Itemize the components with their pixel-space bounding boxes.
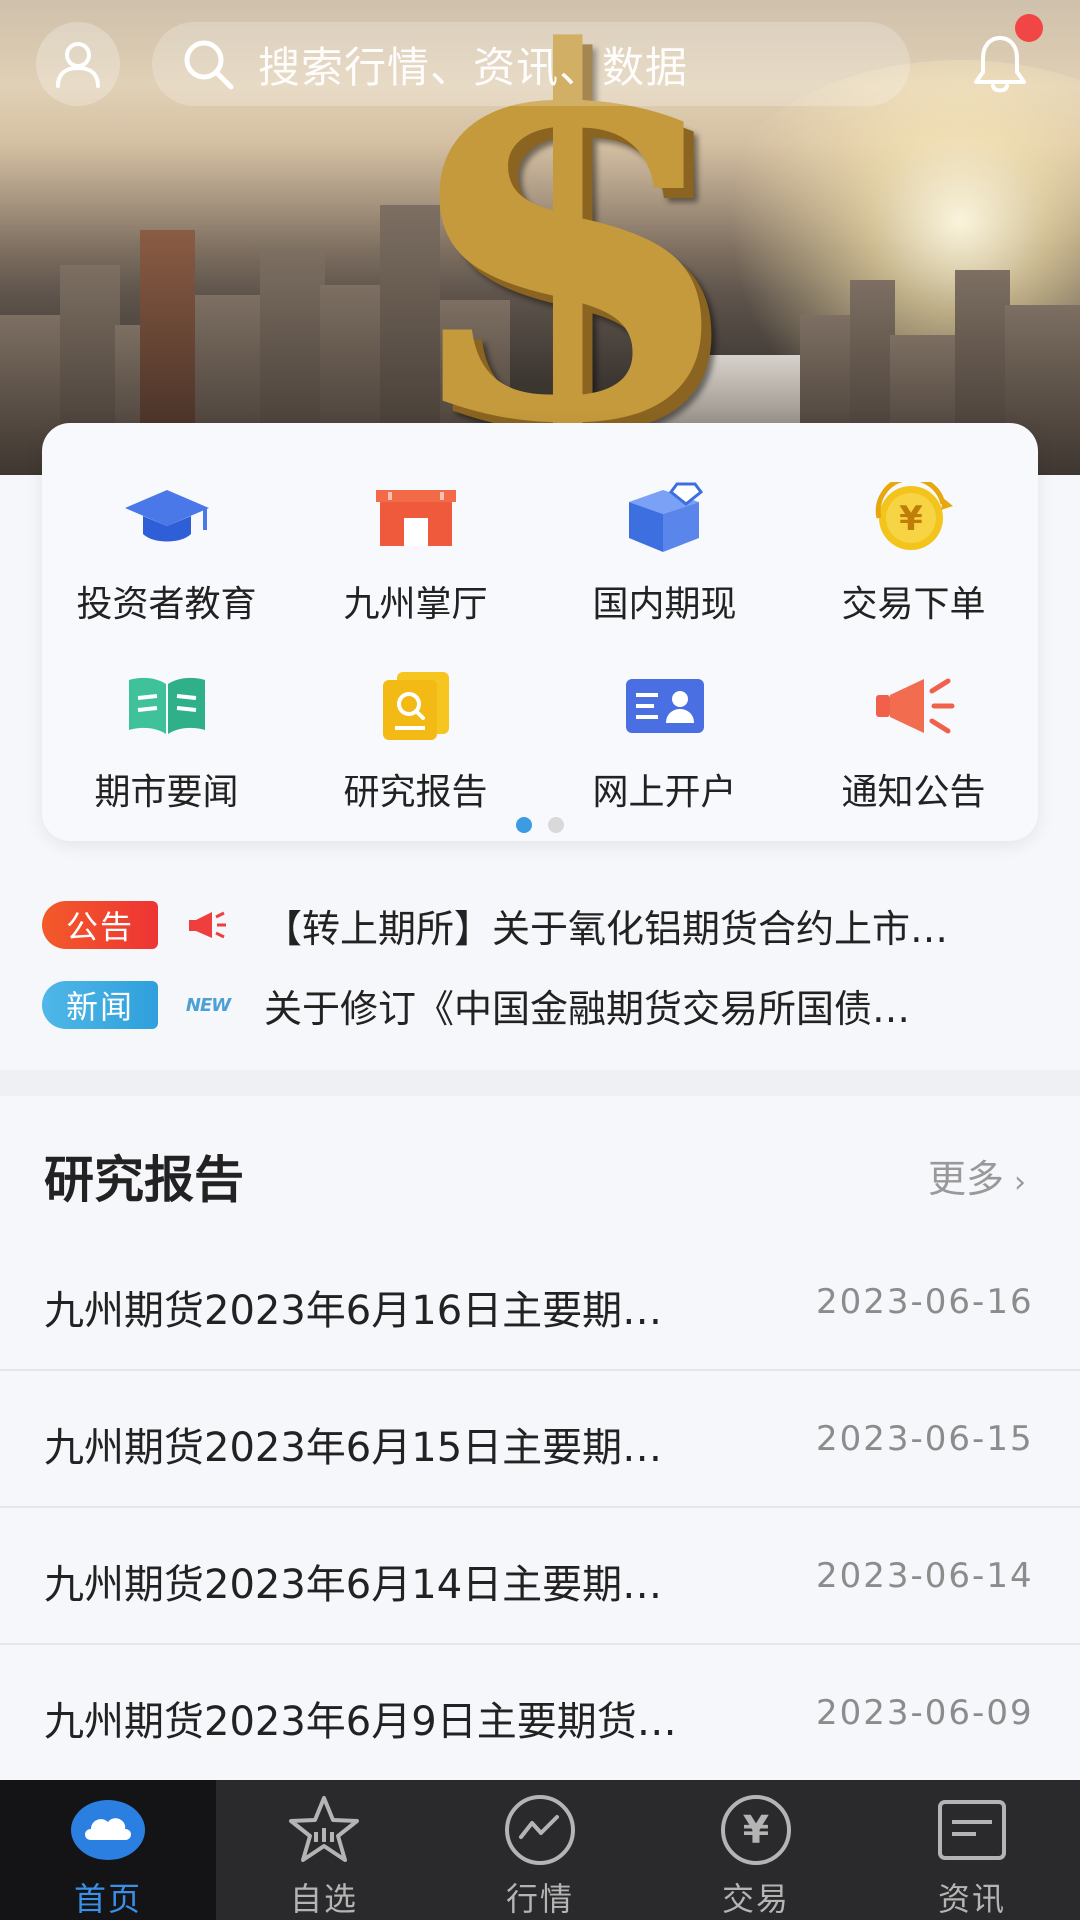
search-bar[interactable]: 搜索行情、资讯、数据 — [152, 22, 910, 106]
menu-item-notices[interactable]: 通知公告 — [789, 635, 1038, 823]
menu-label: 九州掌厅 — [343, 584, 488, 625]
tab-label: 首页 — [73, 1880, 142, 1918]
page-dot — [548, 817, 564, 833]
quick-menu-card: 投资者教育 九州掌厅 国内期现 ¥ 交易下单 期市要闻 研究报告 网上开户 通知… — [42, 423, 1038, 841]
menu-label: 通知公告 — [841, 772, 986, 813]
notice-text: 【转上期所】关于氧化铝期货合约上市… — [264, 906, 949, 951]
more-link[interactable]: 更多 › — [928, 1148, 1026, 1203]
report-row[interactable]: 九州期货2023年6月16日主要期… 2023-06-16 — [0, 1234, 1080, 1371]
menu-label: 投资者教育 — [76, 584, 257, 625]
menu-item-open-account[interactable]: 网上开户 — [540, 635, 789, 823]
menu-item-trade-order[interactable]: ¥ 交易下单 — [789, 447, 1038, 635]
report-title: 九州期货2023年6月15日主要期… — [44, 1425, 663, 1471]
star-icon — [289, 1796, 359, 1862]
new-badge-icon: NEW — [185, 994, 231, 1016]
megaphone-icon — [189, 911, 226, 939]
report-date: 2023-06-09 — [816, 1693, 1034, 1733]
report-row[interactable]: 九州期货2023年6月9日主要期货… 2023-06-09 — [0, 1645, 1080, 1782]
report-title: 九州期货2023年6月16日主要期… — [44, 1288, 663, 1334]
market-chart-icon — [505, 1795, 575, 1865]
id-card-icon — [625, 679, 704, 733]
tab-market[interactable]: 行情 — [432, 1780, 648, 1920]
report-date: 2023-06-15 — [816, 1419, 1034, 1459]
tab-label: 交易 — [721, 1880, 790, 1918]
tab-home[interactable]: 首页 — [0, 1780, 216, 1920]
yen-coin-icon: ¥ — [875, 482, 953, 550]
bottom-tab-bar: 首页 自选 行情 ¥ 交易 资讯 — [0, 1780, 1080, 1920]
search-icon — [184, 40, 234, 90]
report-date: 2023-06-16 — [816, 1282, 1034, 1322]
menu-label: 期市要闻 — [94, 772, 239, 813]
storefront-icon — [375, 490, 456, 546]
tab-news[interactable]: 资讯 — [864, 1780, 1080, 1920]
menu-item-investor-education[interactable]: 投资者教育 — [42, 447, 291, 635]
unread-badge — [1015, 14, 1043, 42]
user-icon — [56, 42, 100, 88]
announcement-tag: 公告 — [42, 901, 158, 949]
profile-button[interactable] — [36, 22, 120, 106]
menu-item-domestic-futures[interactable]: 国内期现 — [540, 447, 789, 635]
notice-text: 关于修订《中国金融期货交易所国债… — [264, 986, 911, 1031]
section-divider — [0, 1070, 1080, 1096]
more-label: 更多 — [928, 1157, 1005, 1201]
menu-label: 网上开户 — [592, 772, 737, 813]
notice-ticker: 公告 【转上期所】关于氧化铝期货合约上市… 新闻 NEW 关于修订《中国金融期货… — [0, 870, 1080, 1070]
menu-label: 研究报告 — [343, 772, 488, 813]
section-title: 研究报告 — [44, 1151, 244, 1209]
chevron-right-icon: › — [1014, 1165, 1027, 1200]
report-search-icon — [382, 672, 449, 740]
tab-label: 资讯 — [937, 1880, 1006, 1918]
megaphone-icon — [875, 678, 954, 734]
menu-item-jiuzhou-hall[interactable]: 九州掌厅 — [291, 447, 540, 635]
news-icon — [938, 1800, 1006, 1860]
tab-label: 自选 — [289, 1880, 358, 1918]
yen-icon: ¥ — [721, 1795, 791, 1865]
tab-watchlist[interactable]: 自选 — [216, 1780, 432, 1920]
menu-item-research-report[interactable]: 研究报告 — [291, 635, 540, 823]
report-row[interactable]: 九州期货2023年6月15日主要期… 2023-06-15 — [0, 1371, 1080, 1508]
svg-text:¥: ¥ — [743, 1808, 769, 1852]
report-title: 九州期货2023年6月9日主要期货… — [44, 1699, 677, 1745]
report-row[interactable]: 九州期货2023年6月14日主要期… 2023-06-14 — [0, 1508, 1080, 1645]
box-diamond-icon — [628, 482, 703, 552]
research-reports-section: 研究报告 更多 › 九州期货2023年6月16日主要期… 2023-06-16 九… — [0, 1096, 1080, 1780]
home-icon — [71, 1800, 145, 1860]
report-title: 九州期货2023年6月14日主要期… — [44, 1562, 663, 1608]
tab-label: 行情 — [505, 1880, 574, 1918]
menu-item-market-news[interactable]: 期市要闻 — [42, 635, 291, 823]
search-placeholder: 搜索行情、资讯、数据 — [258, 42, 689, 92]
tab-trade[interactable]: ¥ 交易 — [648, 1780, 864, 1920]
notice-item-announcement[interactable]: 公告 【转上期所】关于氧化铝期货合约上市… — [42, 900, 1054, 951]
menu-page-indicator[interactable] — [42, 817, 1038, 833]
menu-label: 交易下单 — [841, 584, 986, 625]
graduation-cap-icon — [124, 490, 209, 542]
svg-text:¥: ¥ — [899, 499, 923, 539]
report-date: 2023-06-14 — [816, 1556, 1034, 1596]
menu-label: 国内期现 — [592, 584, 737, 625]
page-dot-active — [516, 817, 532, 833]
open-book-icon — [128, 677, 205, 734]
news-tag: 新闻 — [42, 981, 158, 1029]
notice-item-news[interactable]: 新闻 NEW 关于修订《中国金融期货交易所国债… — [42, 980, 1054, 1031]
